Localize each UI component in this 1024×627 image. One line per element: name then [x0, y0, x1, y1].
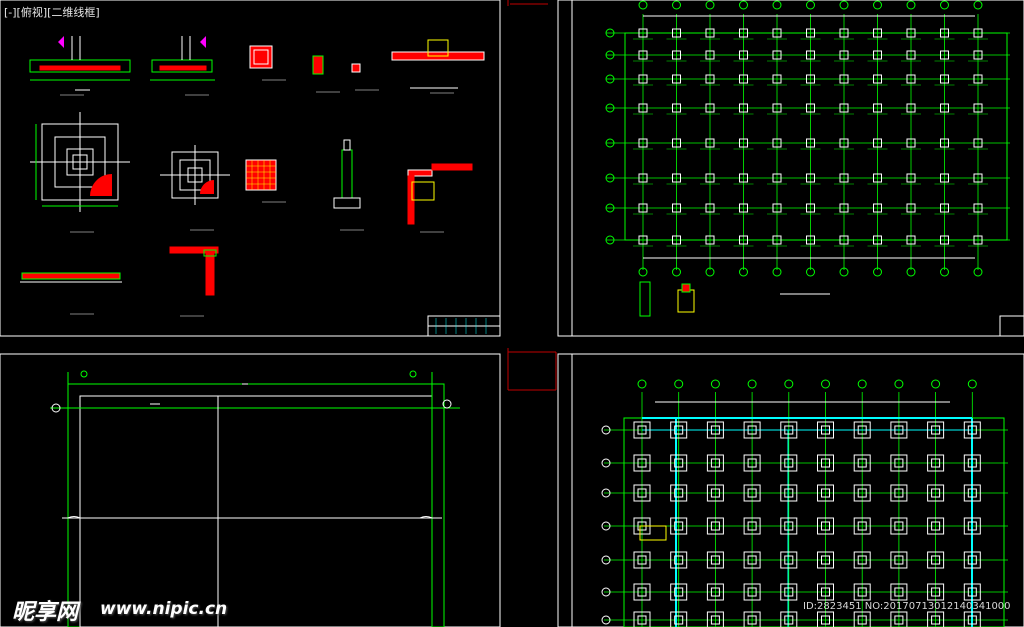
foundation-details	[20, 36, 487, 334]
watermark-logo: 昵享网	[12, 600, 79, 625]
cad-drawing-canvas[interactable]	[0, 0, 1024, 627]
foundation-plan-grid	[605, 0, 1010, 317]
site-outline-plan	[50, 370, 460, 627]
watermark-id: ID:2823451 NO:20170713012140341000	[803, 601, 1011, 612]
sheet-gap-lines	[507, 0, 557, 391]
column-layout-plan	[601, 379, 1008, 627]
watermark-url: www.nipic.cn	[100, 599, 228, 619]
sheet-frame-bottom-left	[0, 353, 501, 627]
sheet-frame-bottom-right	[557, 353, 1024, 627]
sheet-frame-top-right	[557, 0, 1024, 337]
